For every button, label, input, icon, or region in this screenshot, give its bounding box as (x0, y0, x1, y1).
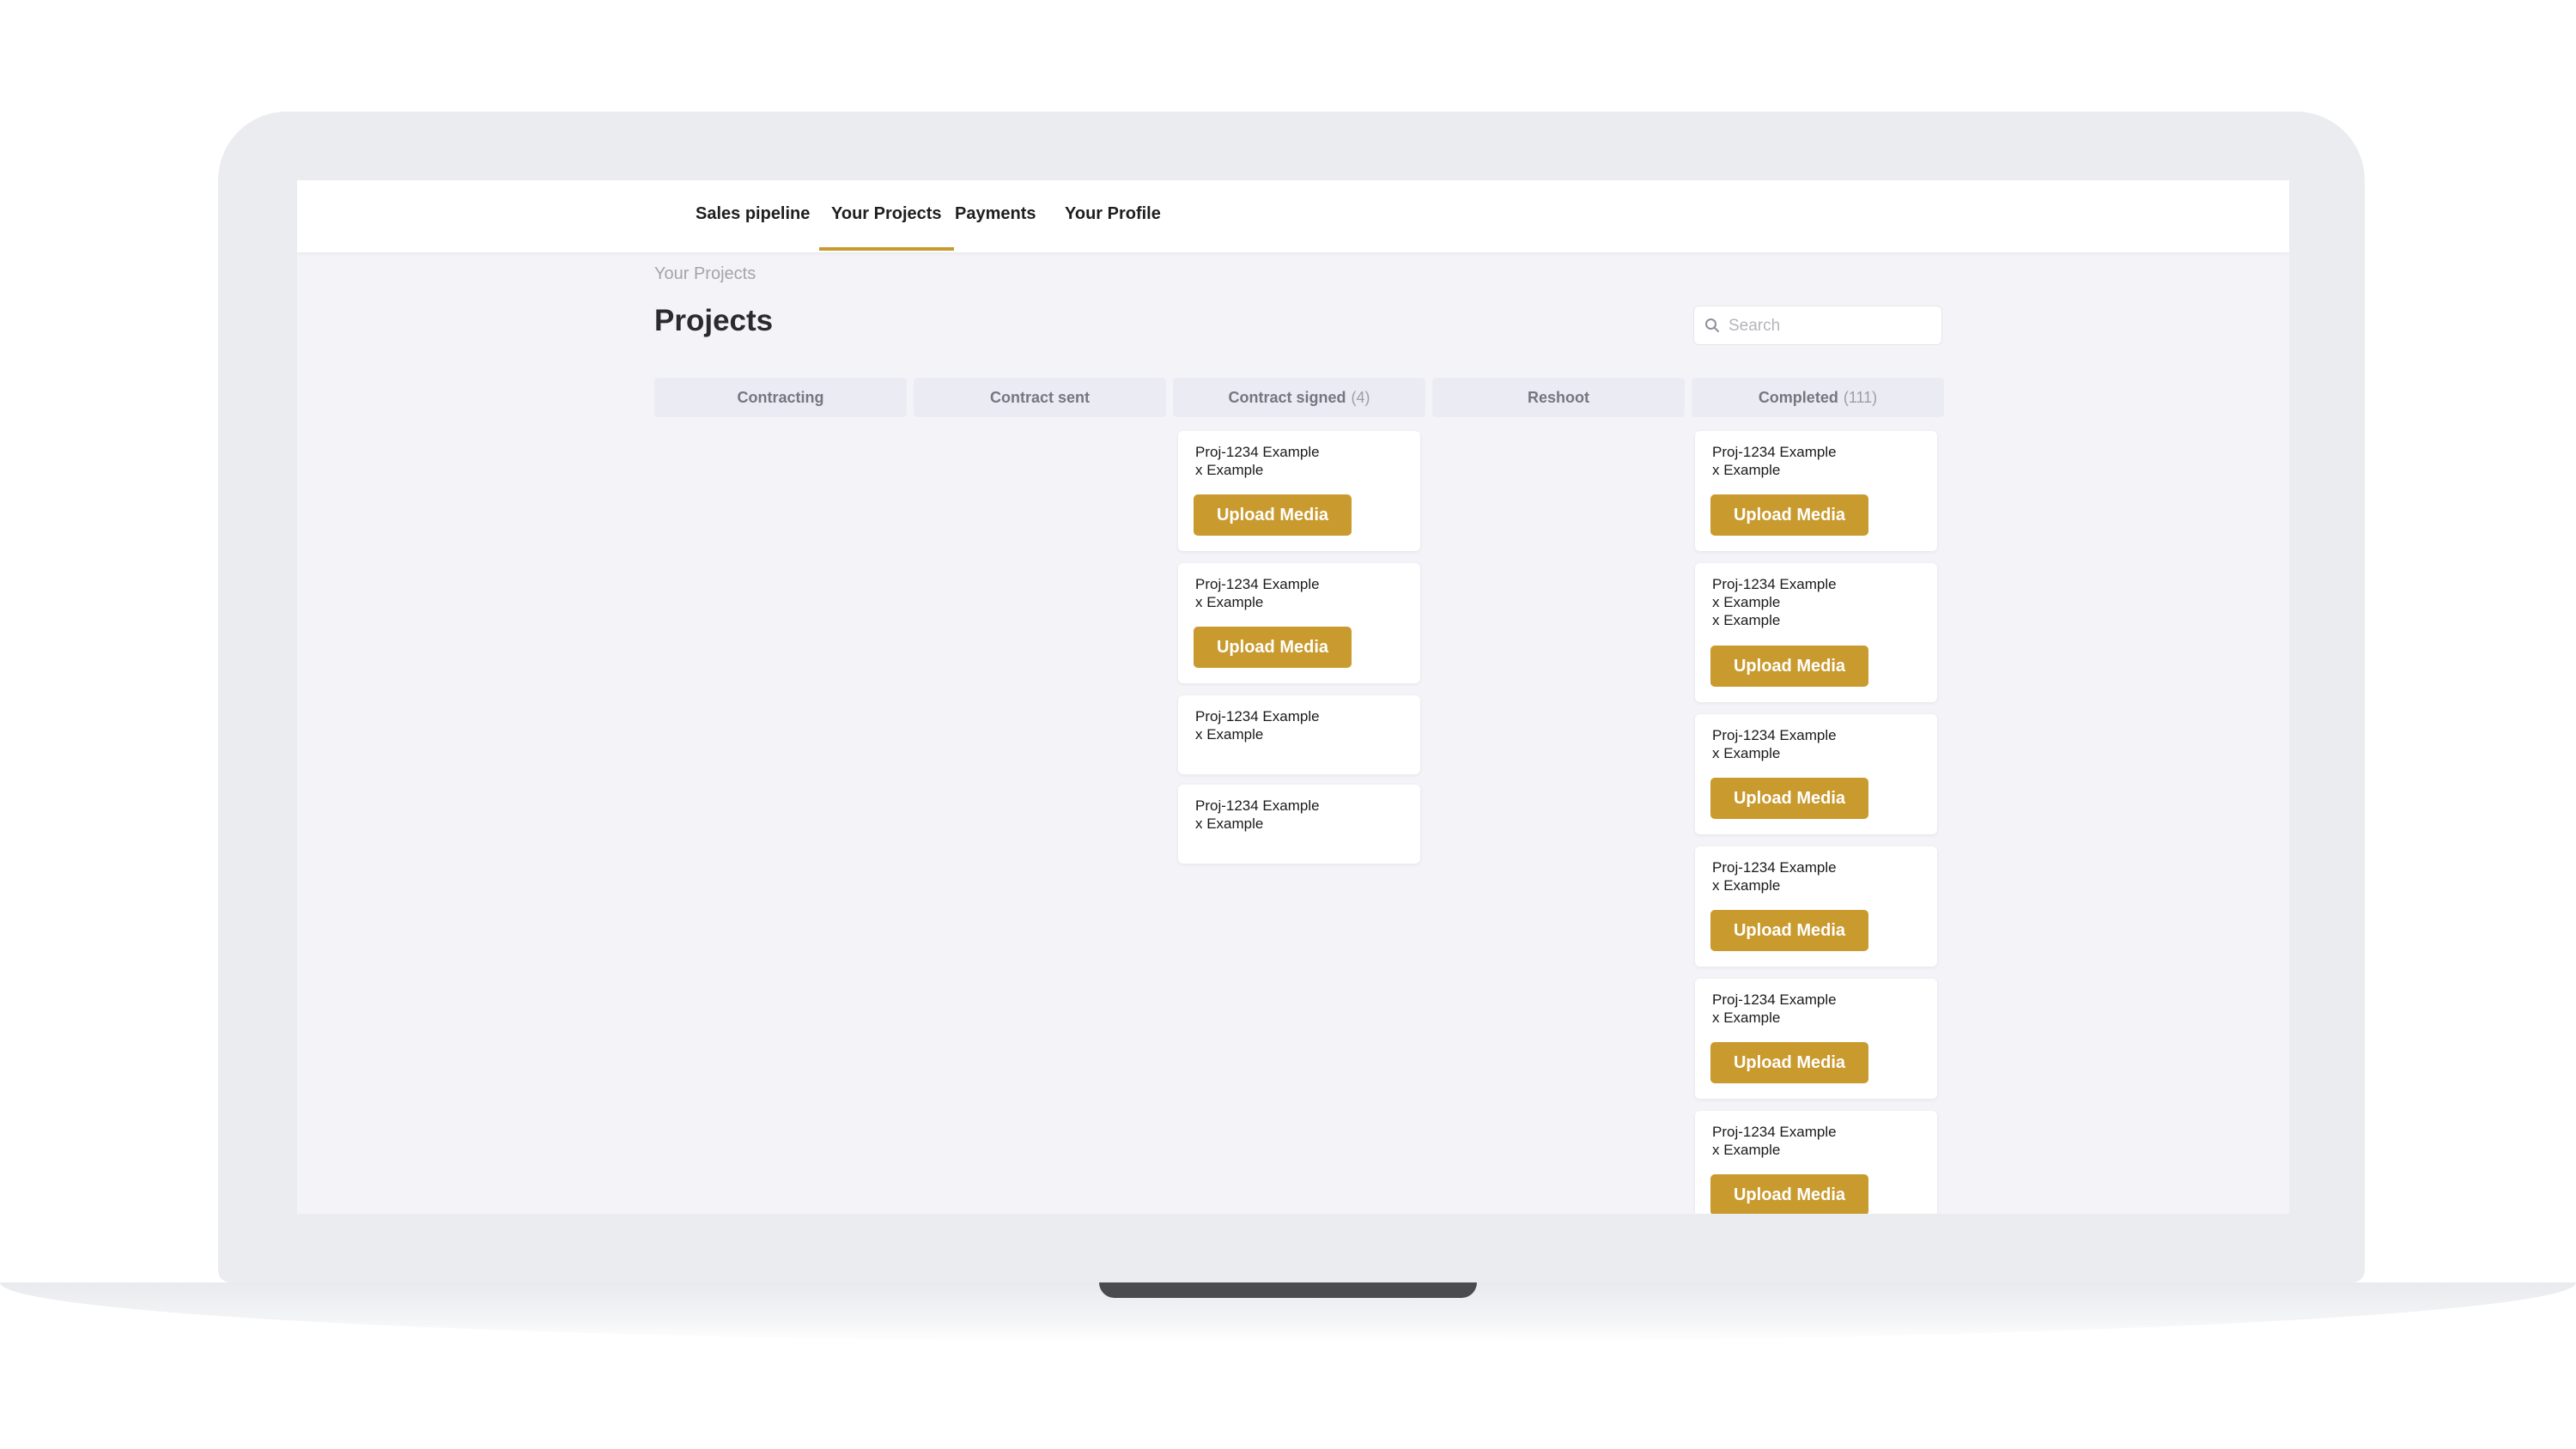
upload-media-button[interactable]: Upload Media (1194, 627, 1352, 668)
project-subtitle: x Example (1712, 612, 1781, 628)
search-icon (1705, 318, 1719, 332)
project-card[interactable]: Proj-1234 Example x Example Upload Media (1695, 846, 1937, 967)
project-name: Proj-1234 Example (1195, 576, 1320, 592)
project-card[interactable]: Proj-1234 Example x Example Upload Media (1695, 1111, 1937, 1214)
project-name: Proj-1234 Example (1195, 444, 1320, 460)
project-name: Proj-1234 Example (1712, 576, 1837, 592)
column-title: Contract sent (989, 389, 1090, 406)
project-card[interactable]: Proj-1234 Example x Example (1178, 695, 1420, 774)
project-subtitle: x Example (1712, 877, 1781, 894)
tab-your-projects[interactable]: Your Projects (819, 180, 954, 251)
app-screen: Sales pipeline Your Projects Payments Yo… (297, 180, 2289, 1214)
breadcrumb[interactable]: Your Projects (654, 264, 756, 284)
upload-media-button[interactable]: Upload Media (1710, 778, 1868, 819)
project-subtitle: x Example (1712, 1142, 1781, 1158)
project-subtitle: x Example (1712, 1009, 1781, 1026)
column-header-completed[interactable]: Completed (111) (1692, 378, 1944, 417)
project-subtitle: x Example (1712, 594, 1781, 610)
upload-media-button[interactable]: Upload Media (1194, 494, 1352, 536)
project-name: Proj-1234 Example (1712, 1124, 1837, 1140)
column-title: Reshoot (1528, 389, 1589, 406)
top-navigation: Sales pipeline Your Projects Payments Yo… (297, 180, 2289, 252)
project-subtitle: x Example (1712, 745, 1781, 761)
project-card[interactable]: Proj-1234 Example x Example Upload Media (1695, 714, 1937, 834)
search-input[interactable] (1727, 313, 1936, 339)
tab-your-profile[interactable]: Your Profile (1053, 180, 1173, 251)
project-subtitle: x Example (1195, 815, 1264, 832)
upload-media-button[interactable]: Upload Media (1710, 494, 1868, 536)
column-title: Contracting (737, 389, 824, 406)
project-subtitle: x Example (1712, 462, 1781, 478)
tab-payments[interactable]: Payments (943, 180, 1048, 251)
column-header-reshoot[interactable]: Reshoot (1432, 378, 1685, 417)
project-subtitle: x Example (1195, 462, 1264, 478)
project-card[interactable]: Proj-1234 Example x Example Upload Media (1695, 979, 1937, 1099)
project-subtitle: x Example (1195, 726, 1264, 743)
project-card[interactable]: Proj-1234 Example x Example Upload Media (1178, 431, 1420, 551)
tab-sales-pipeline[interactable]: Sales pipeline (683, 180, 822, 251)
column-header-contract-sent[interactable]: Contract sent (914, 378, 1166, 417)
project-card[interactable]: Proj-1234 Example x Example x Example Up… (1695, 563, 1937, 702)
column-title: Completed (1758, 389, 1838, 406)
project-card[interactable]: Proj-1234 Example x Example Upload Media (1178, 563, 1420, 683)
project-name: Proj-1234 Example (1712, 859, 1837, 876)
upload-media-button[interactable]: Upload Media (1710, 910, 1868, 951)
page-title: Projects (654, 304, 774, 337)
upload-media-button[interactable]: Upload Media (1710, 646, 1868, 687)
project-name: Proj-1234 Example (1712, 444, 1837, 460)
upload-media-button[interactable]: Upload Media (1710, 1174, 1868, 1214)
project-name: Proj-1234 Example (1712, 991, 1837, 1008)
upload-media-button[interactable]: Upload Media (1710, 1042, 1868, 1083)
project-name: Proj-1234 Example (1195, 797, 1320, 814)
project-card[interactable]: Proj-1234 Example x Example (1178, 785, 1420, 864)
search-box[interactable] (1693, 306, 1942, 345)
column-count: (111) (1843, 389, 1878, 406)
project-name: Proj-1234 Example (1195, 708, 1320, 724)
column-header-contracting[interactable]: Contracting (654, 378, 907, 417)
project-card[interactable]: Proj-1234 Example x Example Upload Media (1695, 431, 1937, 551)
project-subtitle: x Example (1195, 594, 1264, 610)
column-title: Contract signed (1228, 389, 1346, 406)
column-count: (4) (1351, 389, 1370, 406)
project-name: Proj-1234 Example (1712, 727, 1837, 743)
column-header-contract-signed[interactable]: Contract signed (4) (1173, 378, 1425, 417)
laptop-notch (1099, 1282, 1477, 1298)
